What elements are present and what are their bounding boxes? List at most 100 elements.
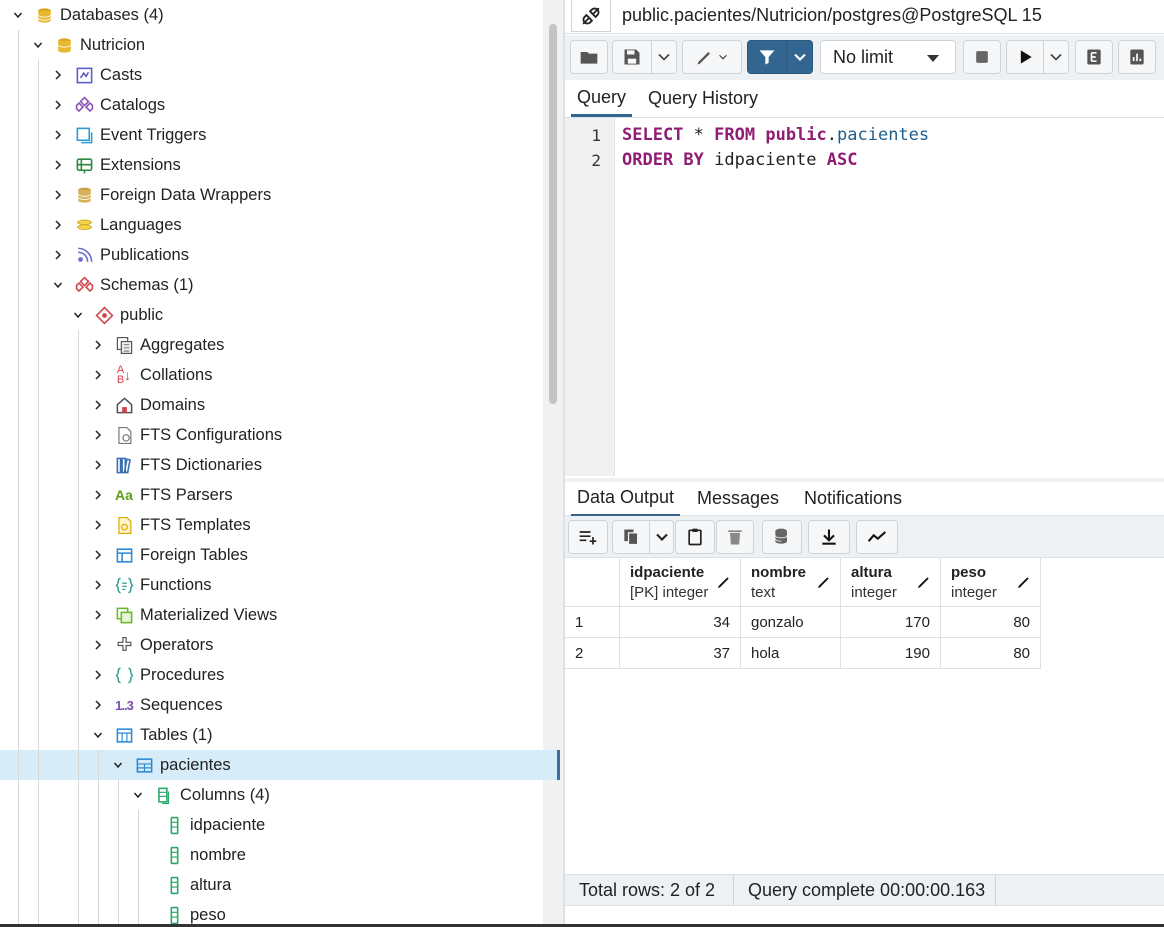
download-button[interactable] <box>808 520 850 554</box>
save-data-button[interactable] <box>762 520 802 554</box>
edit-column-icon[interactable] <box>816 574 832 590</box>
chevron-right-icon[interactable] <box>50 217 66 233</box>
tree-item-altura[interactable]: altura <box>0 870 560 900</box>
stop-query-button[interactable] <box>963 40 1001 74</box>
tab-messages[interactable]: Messages <box>691 480 785 517</box>
row-number-cell[interactable]: 2 <box>565 638 620 669</box>
tab-query[interactable]: Query <box>571 80 633 117</box>
edit-button[interactable] <box>682 40 742 74</box>
table-cell[interactable]: 37 <box>620 638 741 669</box>
chevron-right-icon[interactable] <box>50 97 66 113</box>
tree-item-schemas-1[interactable]: Schemas (1) <box>0 270 560 300</box>
chevron-right-icon[interactable] <box>90 397 106 413</box>
chevron-down-icon[interactable] <box>90 727 106 743</box>
tree-item-fts-templates[interactable]: FTS Templates <box>0 510 560 540</box>
chevron-right-icon[interactable] <box>50 67 66 83</box>
tree-item-pacientes[interactable]: pacientes <box>0 750 560 780</box>
tree-item-columns-4[interactable]: Columns (4) <box>0 780 560 810</box>
tree-item-nutricion[interactable]: Nutricion <box>0 30 560 60</box>
chevron-right-icon[interactable] <box>90 517 106 533</box>
table-cell[interactable]: 80 <box>941 607 1041 638</box>
edit-column-icon[interactable] <box>916 574 932 590</box>
paste-button[interactable] <box>675 520 715 554</box>
code-line-1[interactable]: SELECT * FROM public.pacientes <box>622 125 929 145</box>
column-header-altura[interactable]: altura integer <box>841 558 941 607</box>
explain-button[interactable] <box>1075 40 1113 74</box>
open-file-button[interactable] <box>570 40 608 74</box>
tree-item-public[interactable]: public <box>0 300 560 330</box>
chevron-right-icon[interactable] <box>90 457 106 473</box>
chevron-right-icon[interactable] <box>90 637 106 653</box>
tree-item-idpaciente[interactable]: idpaciente <box>0 810 560 840</box>
save-options-dropdown[interactable] <box>652 40 677 74</box>
chevron-right-icon[interactable] <box>90 487 106 503</box>
execute-options-dropdown[interactable] <box>1044 40 1069 74</box>
table-cell[interactable]: gonzalo <box>741 607 841 638</box>
chevron-down-icon[interactable] <box>30 37 46 53</box>
column-header-peso[interactable]: peso integer <box>941 558 1041 607</box>
tree-item-fts-parsers[interactable]: Aa FTS Parsers <box>0 480 560 510</box>
tree-item-catalogs[interactable]: Catalogs <box>0 90 560 120</box>
column-header-idpaciente[interactable]: idpaciente [PK] integer <box>620 558 741 607</box>
chevron-right-icon[interactable] <box>90 547 106 563</box>
column-header-nombre[interactable]: nombre text <box>741 558 841 607</box>
chevron-down-icon[interactable] <box>50 277 66 293</box>
chevron-right-icon[interactable] <box>50 157 66 173</box>
table-cell[interactable]: 80 <box>941 638 1041 669</box>
chevron-right-icon[interactable] <box>90 697 106 713</box>
tree-item-fts-dictionaries[interactable]: FTS Dictionaries <box>0 450 560 480</box>
sql-editor[interactable]: 1 2 SELECT * FROM public.pacientes ORDER… <box>565 118 1164 476</box>
tree-item-peso[interactable]: peso <box>0 900 560 927</box>
tree-item-materialized-views[interactable]: Materialized Views <box>0 600 560 630</box>
tree-item-languages[interactable]: Languages <box>0 210 560 240</box>
tree-item-nombre[interactable]: nombre <box>0 840 560 870</box>
chevron-right-icon[interactable] <box>90 577 106 593</box>
chevron-right-icon[interactable] <box>50 187 66 203</box>
tree-item-foreign-data-wrappers[interactable]: Foreign Data Wrappers <box>0 180 560 210</box>
chevron-right-icon[interactable] <box>90 667 106 683</box>
connection-title[interactable]: public.pacientes/Nutricion/postgres@Post… <box>622 5 1042 26</box>
tree-item-fts-configurations[interactable]: FTS Configurations <box>0 420 560 450</box>
tree-item-casts[interactable]: Casts <box>0 60 560 90</box>
add-row-button[interactable] <box>568 520 608 554</box>
execute-button[interactable] <box>1006 40 1044 74</box>
row-number-cell[interactable]: 1 <box>565 607 620 638</box>
tree-item-functions[interactable]: Functions <box>0 570 560 600</box>
graph-visualiser-button[interactable] <box>856 520 898 554</box>
table-cell[interactable]: 170 <box>841 607 941 638</box>
connection-status-icon[interactable] <box>571 0 611 32</box>
delete-button[interactable] <box>716 520 754 554</box>
code-line-2[interactable]: ORDER BY idpaciente ASC <box>622 150 857 170</box>
chevron-down-icon[interactable] <box>130 787 146 803</box>
explain-analyze-button[interactable] <box>1118 40 1156 74</box>
tree-item-tables-1[interactable]: Tables (1) <box>0 720 560 750</box>
chevron-right-icon[interactable] <box>90 427 106 443</box>
tree-item-event-triggers[interactable]: Event Triggers <box>0 120 560 150</box>
table-cell[interactable]: hola <box>741 638 841 669</box>
chevron-right-icon[interactable] <box>90 367 106 383</box>
tree-item-extensions[interactable]: Extensions <box>0 150 560 180</box>
tree-item-domains[interactable]: Domains <box>0 390 560 420</box>
save-file-button[interactable] <box>612 40 652 74</box>
filter-button[interactable] <box>747 40 787 74</box>
tree-item-collations[interactable]: A B ↓ Collations <box>0 360 560 390</box>
edit-column-icon[interactable] <box>1016 574 1032 590</box>
tree-item-publications[interactable]: Publications <box>0 240 560 270</box>
tab-query-history[interactable]: Query History <box>642 80 764 117</box>
row-limit-select[interactable]: No limit <box>820 40 956 74</box>
filter-options-dropdown[interactable] <box>787 40 813 74</box>
table-cell[interactable]: 34 <box>620 607 741 638</box>
edit-column-icon[interactable] <box>716 574 732 590</box>
chevron-down-icon[interactable] <box>110 757 126 773</box>
chevron-down-icon[interactable] <box>10 7 26 23</box>
tree-item-databases-4[interactable]: Databases (4) <box>0 0 560 30</box>
tree-item-operators[interactable]: Operators <box>0 630 560 660</box>
chevron-right-icon[interactable] <box>50 127 66 143</box>
chevron-right-icon[interactable] <box>50 247 66 263</box>
grid-corner-cell[interactable] <box>565 558 620 607</box>
tree-item-aggregates[interactable]: Aggregates <box>0 330 560 360</box>
tree-item-sequences[interactable]: 1..3 Sequences <box>0 690 560 720</box>
chevron-right-icon[interactable] <box>90 337 106 353</box>
tree-item-procedures[interactable]: Procedures <box>0 660 560 690</box>
copy-button[interactable] <box>612 520 650 554</box>
